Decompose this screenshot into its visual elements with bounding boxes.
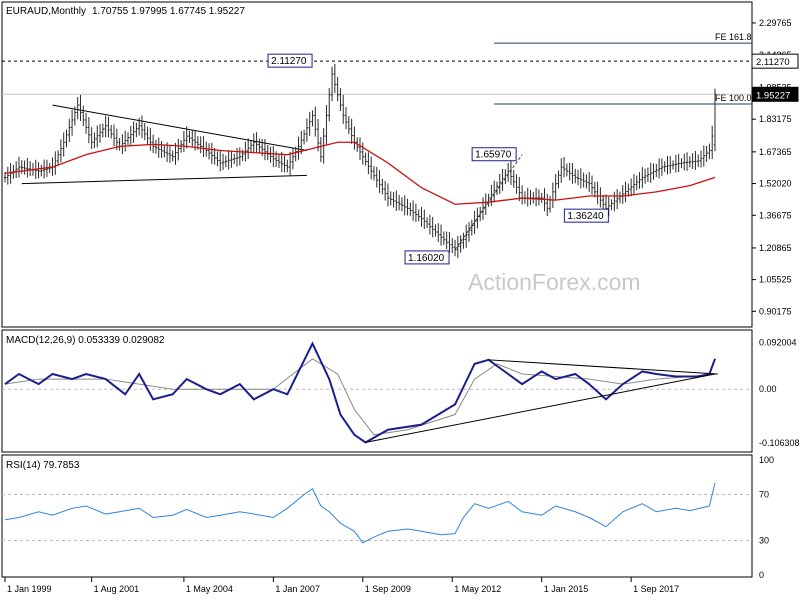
time-tick-label: 1 Jan 2007 (275, 584, 320, 594)
price-label: 1.36240 (567, 211, 604, 222)
macd-tick-label: -0.106308 (759, 438, 800, 448)
rsi-tick-label: 0 (759, 570, 764, 580)
time-tick-label: 1 Aug 2001 (94, 584, 140, 594)
rsi-title: RSI(14) 79.7853 (6, 460, 80, 471)
fe-161-8-label: FE 161.8 (715, 32, 752, 42)
background (0, 0, 800, 600)
macd-tick-label: 0.00 (759, 384, 777, 394)
price-tick-label: 1.20865 (759, 243, 792, 253)
price-tick-label: 1.52020 (759, 179, 792, 189)
price-tick-label: 1.67365 (759, 147, 792, 157)
rsi-tick-label: 70 (759, 490, 769, 500)
chart-symbol: EURAUD,Monthly (6, 6, 86, 17)
price-box-label: 2.11270 (756, 57, 790, 68)
time-tick-label: 1 Sep 2017 (633, 584, 679, 594)
macd-title: MACD(12,26,9) 0.053339 0.029082 (6, 335, 165, 346)
chart-root: ActionForex.com EURAUD,Monthly 1.70755 1… (0, 0, 800, 600)
price-label: 1.65970 (475, 150, 512, 161)
time-tick-label: 1 Jan 2015 (544, 584, 589, 594)
price-box-label: 1.95227 (756, 90, 790, 101)
chart-ohlc: 1.70755 1.97995 1.67745 1.95227 (92, 6, 245, 17)
rsi-tick-label: 30 (759, 536, 769, 546)
chart-canvas: ActionForex.com EURAUD,Monthly 1.70755 1… (0, 0, 800, 600)
price-tick-label: 1.05525 (759, 275, 792, 285)
macd-tick-label: 0.092004 (759, 338, 797, 348)
price-tick-label: 1.36675 (759, 210, 792, 220)
price-label: 2.11270 (271, 56, 307, 67)
price-tick-label: 1.83175 (759, 114, 792, 124)
price-tick-label: 0.90175 (759, 306, 792, 316)
watermark: ActionForex.com (468, 269, 641, 295)
price-label: 1.16020 (408, 253, 445, 264)
time-tick-label: 1 May 2012 (454, 584, 501, 594)
rsi-tick-label: 100 (759, 455, 774, 465)
price-tick-label: 2.29765 (759, 18, 792, 28)
time-tick-label: 1 Sep 2009 (365, 584, 411, 594)
time-tick-label: 1 May 2004 (186, 584, 233, 594)
time-tick-label: 1 Jan 1999 (7, 584, 52, 594)
